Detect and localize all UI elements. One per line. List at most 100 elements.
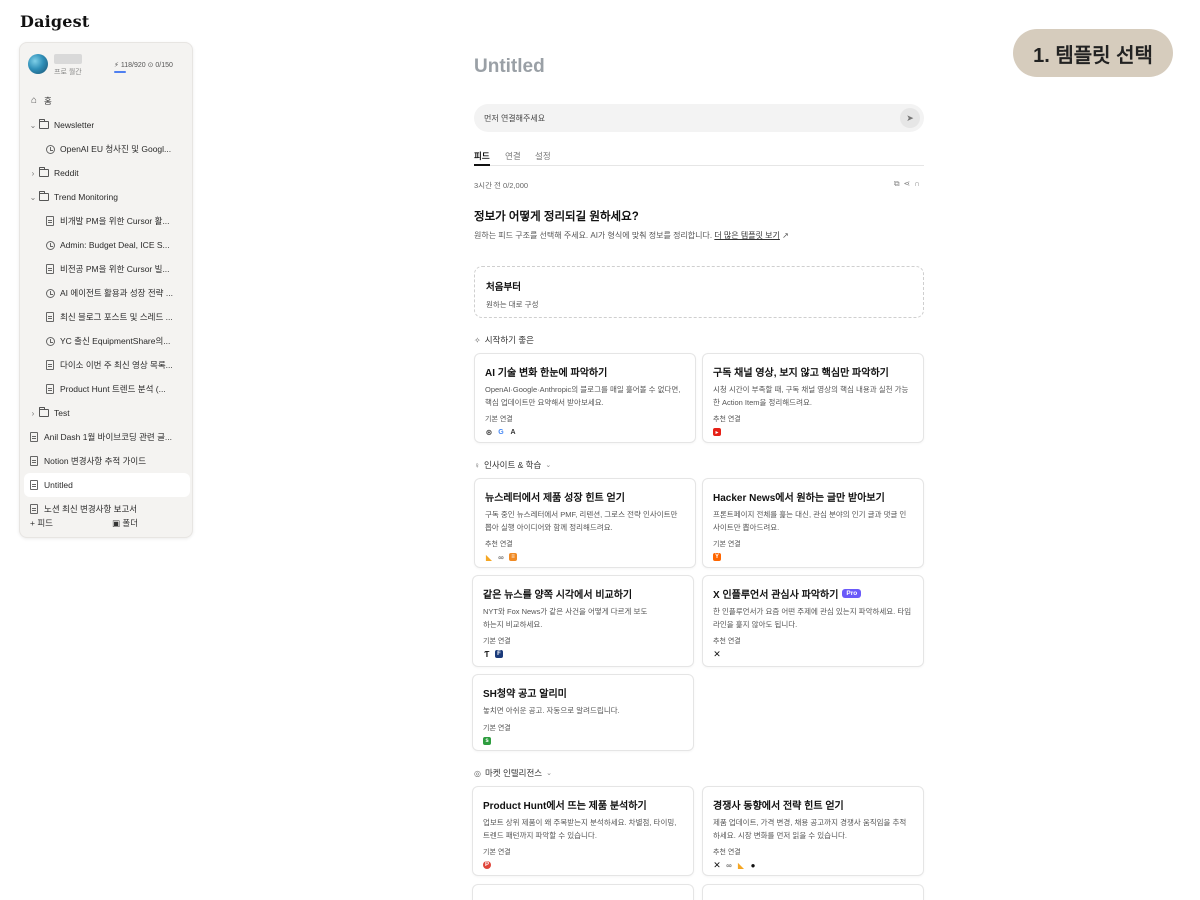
section-market[interactable]: ◎ 마켓 인텔리전스 ⌄ [474, 767, 552, 779]
card-title: 같은 뉴스를 양쪽 시각에서 비교하기 [483, 590, 633, 601]
tab-settings[interactable]: 설정 [535, 150, 551, 162]
feed-meta: 3시간 전 0/2,000 [474, 181, 529, 190]
card-connection-label: 추천 연결 [713, 638, 741, 645]
sidebar-item-feed[interactable]: AI 에이전트 활용과 성장 전략 ... [24, 281, 190, 305]
sidebar-item-feed[interactable]: 다이소 이번 주 최신 영상 목록... [24, 353, 190, 377]
external-link-icon: ↗ [782, 231, 789, 240]
main-content: Untitled 먼저 연결해주세요 ➤ 피드 연결 설정 3시간 전 0/2,… [472, 56, 924, 900]
sidebar-folder-test[interactable]: › Test [24, 401, 190, 425]
sidebar-item-feed[interactable]: YC 출신 EquipmentShare의... [24, 329, 190, 353]
more-templates-link[interactable]: 더 많은 템플릿 보기 [714, 231, 780, 240]
tab-feed[interactable]: 피드 [474, 150, 490, 162]
card-connection-label: 기본 연결 [485, 416, 513, 423]
sidebar-item-label: 최신 블로그 포스트 및 스레드 ... [60, 312, 173, 322]
clock-icon [44, 287, 56, 299]
card-title: 뉴스레터에서 제품 성장 힌트 얻기 [485, 493, 625, 504]
sidebar-item-feed[interactable]: 비전공 PM을 위한 Cursor 빌... [24, 257, 190, 281]
sidebar-item-feed[interactable]: 최신 블로그 포스트 및 스레드 ... [24, 305, 190, 329]
sidebar-item-label: 비전공 PM을 위한 Cursor 빌... [60, 264, 170, 274]
template-card[interactable]: X 인플루언서 관심사 파악하기 Pro 한 인플루언서가 요즘 어떤 주제에 … [702, 575, 924, 667]
template-card[interactable]: Product Hunt에서 뜨는 제품 분석하기 업보트 상위 제품이 왜 주… [472, 786, 694, 876]
chevron-down-icon[interactable]: ⌄ [28, 121, 38, 130]
template-card-partial[interactable] [472, 884, 694, 900]
user-name-redacted [54, 54, 82, 64]
template-card[interactable]: AI 기술 변화 한눈에 파악하기 OpenAI·Google·Anthropi… [474, 353, 696, 443]
sidebar-nav: ⌂ 홈 ⌄ Newsletter OpenAI EU 청사진 및 Googl... … [24, 89, 190, 521]
target-icon: ◎ [474, 768, 481, 778]
card-connection-label: 추천 연결 [485, 541, 513, 548]
template-card[interactable]: Hacker News에서 원하는 글만 받아보기 프론트페이지 전체를 훑는 … [702, 478, 924, 568]
template-card[interactable]: 경쟁사 동향에서 전략 힌트 얻기 제품 업데이트, 가격 변경, 채용 공고까… [702, 786, 924, 876]
step-badge: 1. 템플릿 선택 [1013, 29, 1173, 77]
sidebar-item-untitled[interactable]: Untitled [24, 473, 190, 497]
add-folder-button[interactable]: ▣ 폴더 [112, 517, 138, 529]
sidebar-folder-reddit[interactable]: › Reddit [24, 161, 190, 185]
headphones-icon[interactable]: ∩ [914, 179, 924, 188]
avatar[interactable] [28, 54, 48, 74]
substack-icon: ≡ [509, 553, 517, 561]
document-icon [44, 215, 56, 227]
credit-usage-bar [114, 71, 126, 73]
template-card-partial[interactable] [702, 884, 924, 900]
chevron-down-icon[interactable]: ⌄ [28, 193, 38, 202]
card-desc: 제품 업데이트, 가격 변경, 채용 공고까지 경쟁사 움직임을 추적하세요. … [713, 818, 907, 840]
page-title[interactable]: Untitled [474, 56, 924, 86]
copy-icon[interactable]: ⧉ [894, 179, 904, 188]
sidebar-item-feed[interactable]: Product Hunt 트렌드 분석 (... [24, 377, 190, 401]
hacker-news-icon: Y [713, 553, 721, 561]
share-icon[interactable]: ⋖ [904, 179, 915, 188]
card-desc: 시청 시간이 부족할 때, 구독 채널 영상의 핵심 내용과 실천 가능한 Ac… [713, 385, 909, 407]
template-card[interactable]: 뉴스레터에서 제품 성장 힌트 얻기 구독 중인 뉴스레터에서 PMF, 리텐션… [474, 478, 696, 568]
sidebar-folder-trend-monitoring[interactable]: ⌄ Trend Monitoring [24, 185, 190, 209]
template-card[interactable]: 구독 채널 영상, 보지 않고 핵심만 파악하기 시청 시간이 부족할 때, 구… [702, 353, 924, 443]
card-title-text: X 인플루언서 관심사 파악하기 [713, 590, 839, 601]
template-card[interactable]: SH청약 공고 알리미 놓치면 아쉬운 공고. 자동으로 알려드립니다. 기본 … [472, 674, 694, 751]
sidebar-item-label: Trend Monitoring [54, 192, 118, 202]
card-title: X 인플루언서 관심사 파악하기 Pro [713, 586, 913, 601]
scratch-title: 처음부터 [486, 282, 521, 293]
section-title: 마켓 인텔리전스 [484, 768, 543, 778]
sidebar-item-feed[interactable]: 비개발 PM을 위한 Cursor 활... [24, 209, 190, 233]
card-desc: 놓치면 아쉬운 공고. 자동으로 알려드립니다. [483, 706, 620, 715]
tab-connect[interactable]: 연결 [505, 150, 521, 162]
add-feed-button[interactable]: + 피드 [30, 517, 53, 529]
credits-counter: ⚡ 118/920 ⊙ 0/150 [114, 62, 173, 69]
chevron-right-icon[interactable]: › [28, 409, 38, 418]
sidebar-item-feed[interactable]: OpenAI EU 청사진 및 Googl... [24, 137, 190, 161]
card-connection-label: 추천 연결 [713, 849, 741, 856]
sidebar-folder-newsletter[interactable]: ⌄ Newsletter [24, 113, 190, 137]
chevron-right-icon[interactable]: › [28, 169, 38, 178]
card-connection-label: 기본 연결 [713, 541, 741, 548]
pro-badge: Pro [842, 589, 862, 598]
template-card[interactable]: 같은 뉴스를 양쪽 시각에서 비교하기 NYT와 Fox News가 같은 사건… [472, 575, 694, 667]
sidebar-item-feed[interactable]: Anil Dash 1월 바이브코딩 관련 글... [24, 425, 190, 449]
sidebar-item-label: Product Hunt 트렌드 분석 (... [60, 384, 166, 394]
send-icon[interactable]: ➤ [900, 108, 920, 128]
folder-icon [38, 407, 50, 419]
sidebar: 프로 월간 ⚡ 118/920 ⊙ 0/150 ⌂ 홈 ⌄ Newsletter O… [19, 42, 193, 538]
sidebar-item-home[interactable]: ⌂ 홈 [24, 89, 190, 113]
sidebar-item-label: Untitled [44, 480, 73, 490]
start-from-scratch-card[interactable]: 처음부터 원하는 대로 구성 [474, 266, 924, 318]
document-icon [44, 383, 56, 395]
card-title: Hacker News에서 원하는 글만 받아보기 [713, 493, 885, 504]
scratch-desc: 원하는 대로 구성 [486, 300, 539, 309]
sh-icon: s [483, 736, 491, 745]
github-icon: ● [750, 860, 756, 870]
folder-icon [38, 119, 50, 131]
chevron-down-icon[interactable]: ⌄ [545, 461, 551, 469]
sidebar-item-feed[interactable]: Admin: Budget Deal, ICE S... [24, 233, 190, 257]
connect-input[interactable]: 먼저 연결해주세요 ➤ [474, 104, 924, 132]
sidebar-item-feed[interactable]: Notion 변경사항 추적 가이드 [24, 449, 190, 473]
document-icon [44, 311, 56, 323]
card-title: AI 기술 변화 한눈에 파악하기 [485, 368, 608, 379]
section-insight[interactable]: ♀ 인사이트 & 학습 ⌄ [474, 459, 551, 471]
card-connection-label: 기본 연결 [483, 638, 511, 645]
profile-header[interactable]: 프로 월간 ⚡ 118/920 ⊙ 0/150 [28, 53, 186, 77]
chevron-down-icon[interactable]: ⌄ [546, 769, 552, 777]
card-desc: 한 인플루언서가 요즘 어떤 주제에 관심 있는지 파악하세요. 타임라인을 훑… [713, 607, 912, 629]
document-icon [28, 431, 40, 443]
card-connection-label: 추천 연결 [713, 416, 741, 423]
card-desc: 프론트페이지 전체를 훑는 대신, 관심 분야의 인기 글과 댓글 인사이트만 … [713, 510, 907, 532]
active-tab-indicator [474, 164, 490, 166]
